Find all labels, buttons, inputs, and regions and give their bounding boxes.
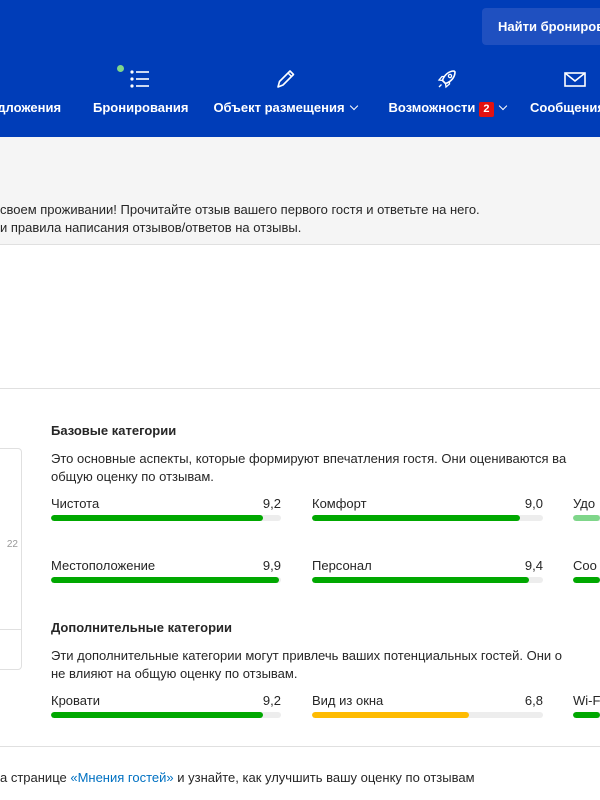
metric-score: 9,2: [262, 496, 281, 511]
basic-categories-title: Базовые категории: [51, 423, 177, 438]
metric-bar-track: [312, 712, 543, 718]
description-line: Эти дополнительные категории могут привл…: [51, 648, 563, 663]
pencil-icon: [277, 70, 295, 88]
first-review-notice: своем проживании! Прочитайте отзыв вашег…: [0, 137, 600, 245]
metric-name: Чистота: [51, 496, 100, 511]
metric-bar-fill: [573, 712, 600, 718]
metric-bar-track: [573, 577, 600, 583]
nav-offers-label: едложения: [0, 100, 62, 115]
card-divider: [0, 629, 21, 630]
metric-score: 6,8: [524, 693, 543, 708]
nav-bookings-label: Бронирования: [93, 100, 189, 115]
guest-reviews-link[interactable]: «Мнения гостей»: [70, 770, 173, 785]
offers-icon: [0, 64, 61, 94]
metric-name: Соо: [573, 558, 597, 573]
metric-bar-fill: [312, 577, 530, 583]
metric-bar-fill: [573, 515, 600, 521]
footer-prefix: а странице: [0, 770, 71, 785]
metric-bar-track: [573, 515, 600, 521]
list-icon: [130, 70, 149, 88]
extra-categories-description: Эти дополнительные категории могут привл…: [51, 647, 600, 683]
nav-opportunities-label: Возможности: [388, 100, 476, 115]
metric-bar-fill: [51, 712, 263, 718]
envelope-icon: [564, 72, 586, 87]
notice-line-1: своем проживании! Прочитайте отзыв вашег…: [0, 202, 480, 217]
nav-messages-label: Сообщения: [530, 100, 600, 115]
metric-name: Персонал: [312, 558, 372, 573]
metric-bar-fill: [573, 577, 600, 583]
nav-property-label: Объект размещения: [213, 100, 345, 115]
metric-bar-fill: [51, 515, 263, 521]
rocket-icon: [437, 70, 456, 89]
metric-name: Удо: [573, 496, 596, 511]
find-bookings-button[interactable]: Найти бронирования: [482, 8, 600, 45]
nav-property[interactable]: Объект размещения: [210, 64, 360, 115]
metric-name: Кровати: [51, 693, 100, 708]
section-divider: [0, 388, 600, 389]
nav-messages[interactable]: Сообщения: [530, 64, 600, 115]
metric-bar-fill: [312, 712, 470, 718]
metric-bar-track: [51, 515, 281, 521]
notice-line-2: и правила написания отзывов/ответов на о…: [0, 220, 302, 235]
metric-bar-fill: [51, 577, 279, 583]
metric-name: Местоположение: [51, 558, 156, 573]
score-card-value: 22: [6, 539, 18, 550]
metric-score: 9,0: [524, 496, 543, 511]
metric-bar-track: [51, 712, 281, 718]
footer-tip: а странице «Мнения гостей» и узнайте, ка…: [0, 770, 475, 785]
description-line: общую оценку по отзывам.: [51, 469, 214, 484]
chevron-down-icon: [498, 101, 507, 111]
description-line: не влияют на общую оценку по отзывам.: [51, 666, 298, 681]
metric-bar-track: [312, 577, 543, 583]
metric-score: 9,4: [524, 558, 543, 573]
metric-score: 9,2: [262, 693, 281, 708]
nav-opportunities[interactable]: Возможности 2: [382, 64, 512, 117]
metric-name: Wi-F: [573, 693, 600, 708]
footer-suffix: и узнайте, как улучшить вашу оценку по о…: [173, 770, 475, 785]
nav-offers[interactable]: едложения: [0, 64, 61, 115]
extra-categories-title: Дополнительные категории: [51, 620, 233, 635]
metric-bar-fill: [312, 515, 520, 521]
nav-bookings[interactable]: Бронирования: [93, 64, 189, 115]
metric-bar-track: [51, 577, 281, 583]
basic-categories-description: Это основные аспекты, которые формируют …: [51, 450, 600, 486]
metric-name: Комфорт: [312, 496, 367, 511]
metric-score: 9,9: [262, 558, 281, 573]
section-divider: [0, 746, 600, 747]
metric-bar-track: [573, 712, 600, 718]
top-navigation-bar: Найти бронирования едложения Бронировани…: [0, 0, 600, 137]
description-line: Это основные аспекты, которые формируют …: [51, 451, 567, 466]
chevron-down-icon: [349, 101, 358, 111]
metric-bar-track: [312, 515, 543, 521]
new-indicator-dot: [117, 65, 124, 72]
metric-name: Вид из окна: [312, 693, 384, 708]
overall-score-card: 22: [0, 448, 22, 670]
notification-badge: 2: [479, 102, 494, 117]
